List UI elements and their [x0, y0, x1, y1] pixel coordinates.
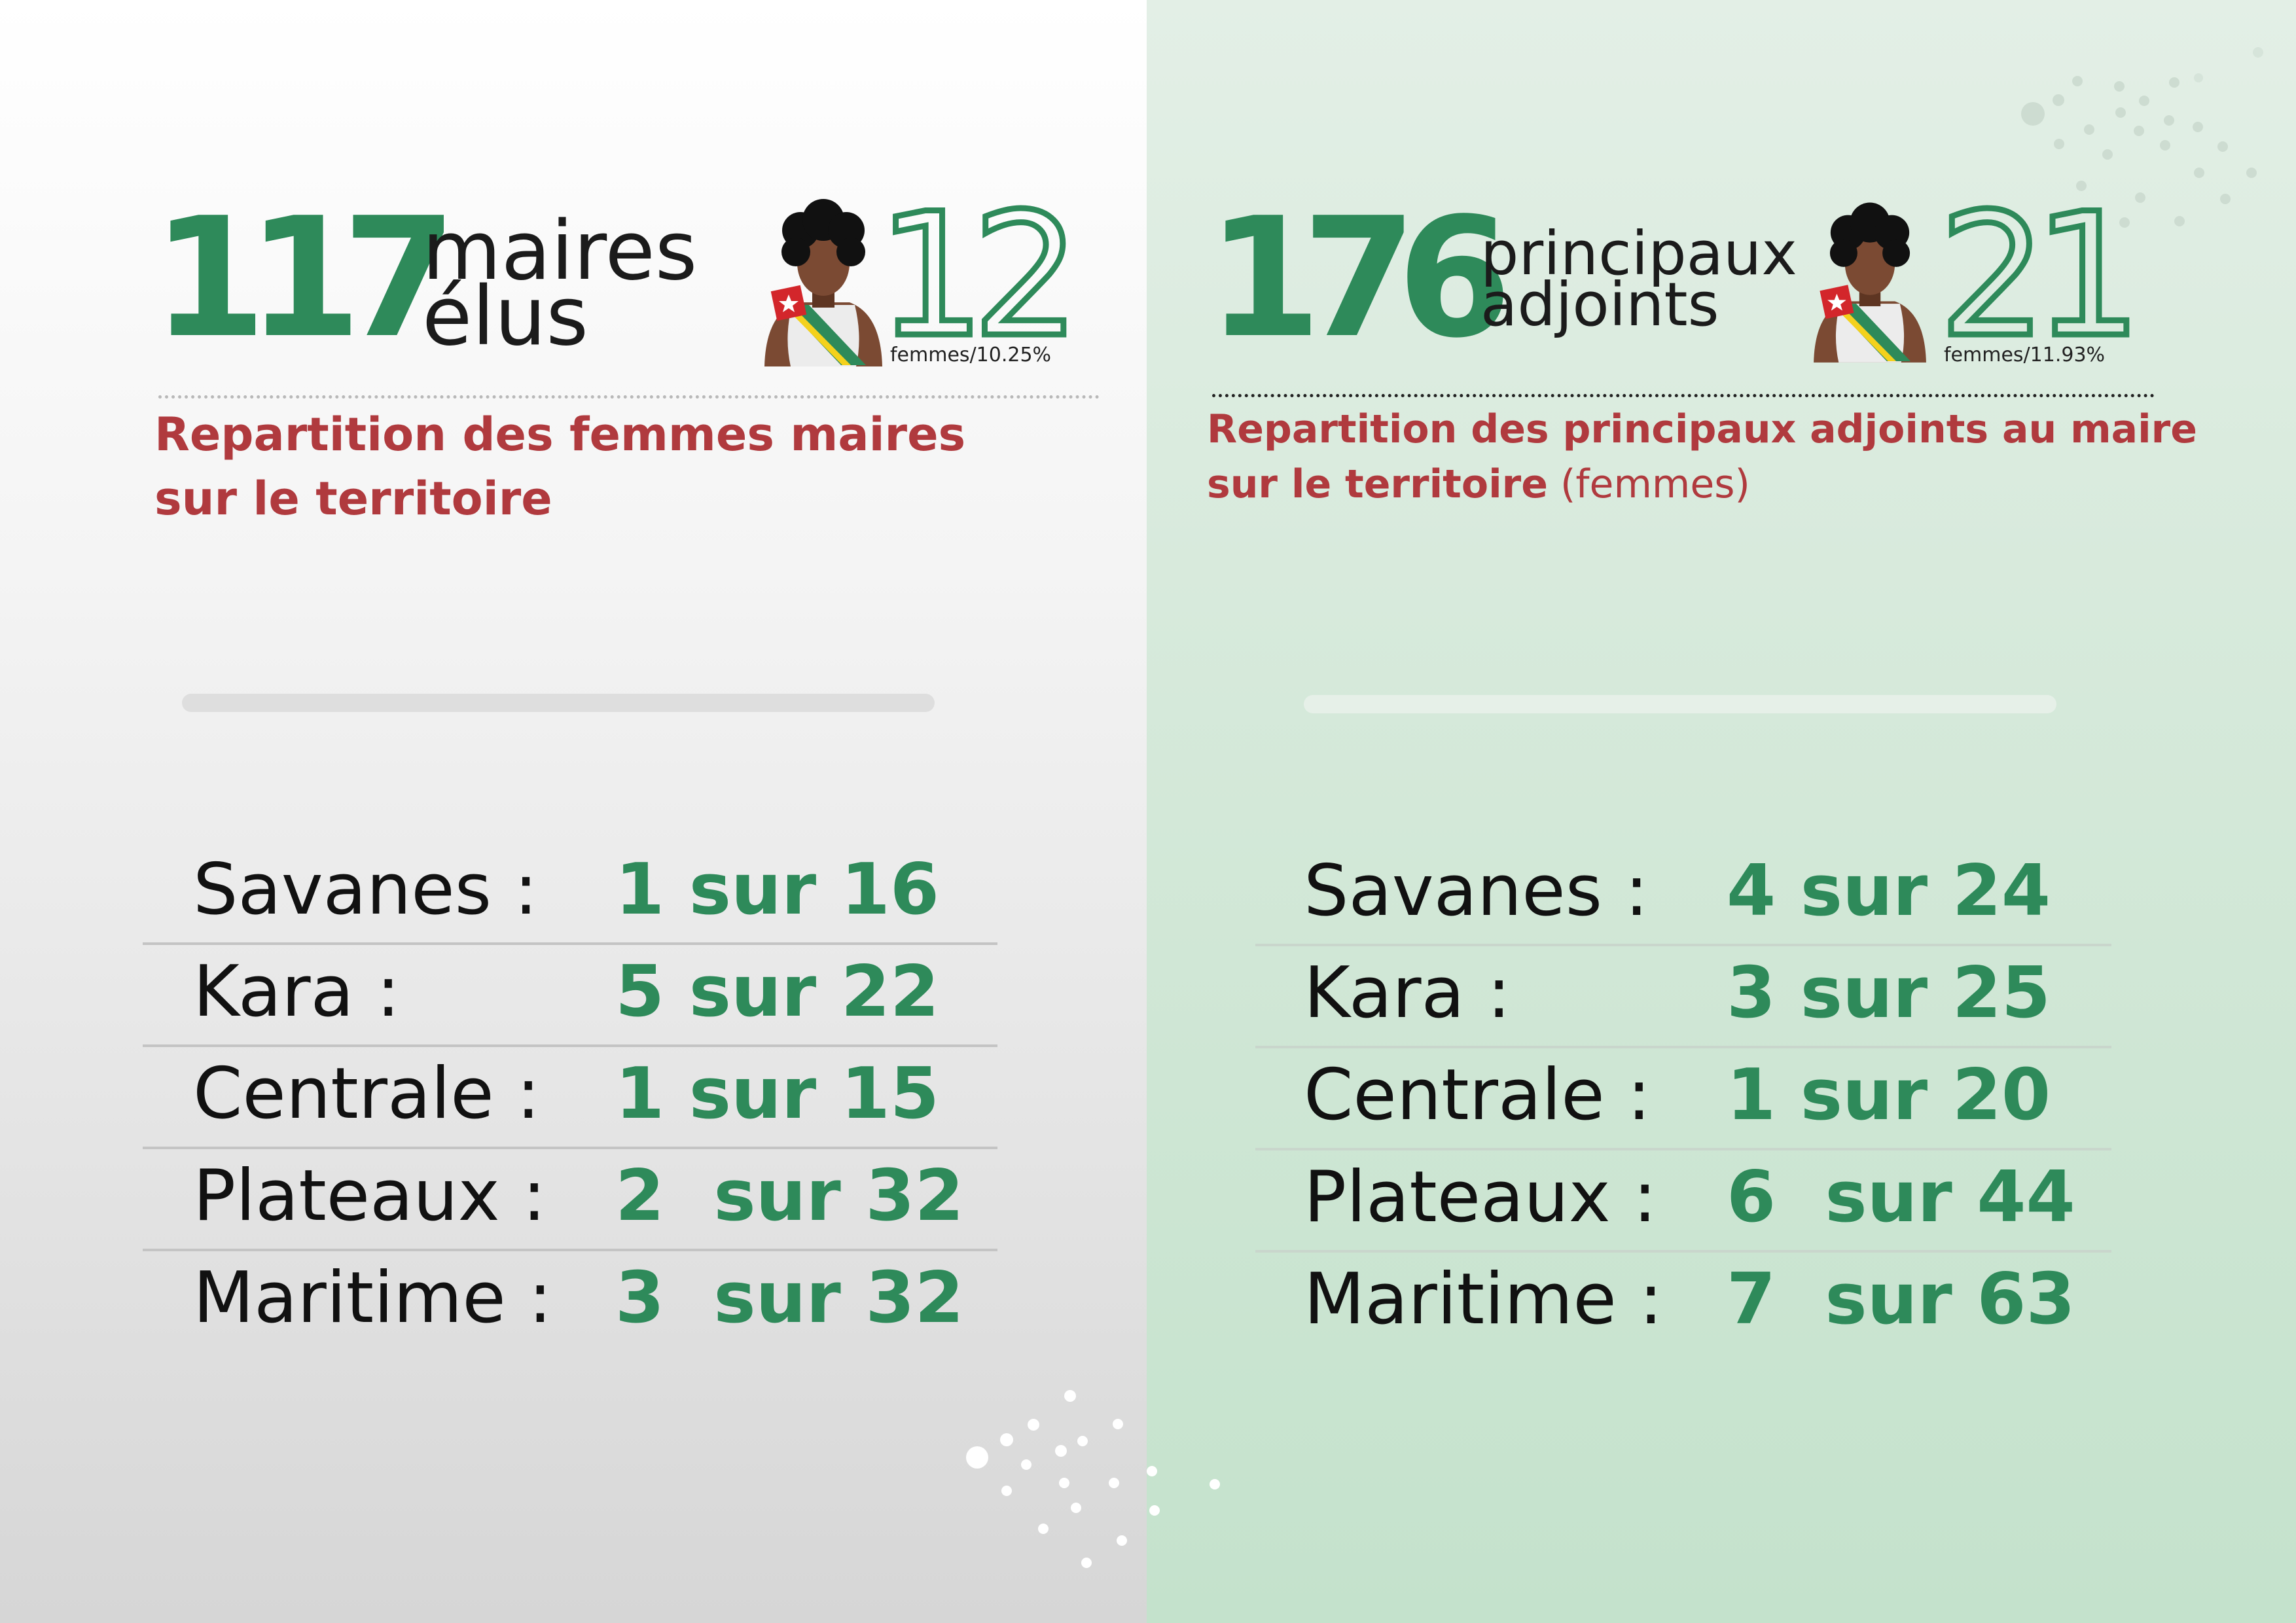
left-panel: 117 maires élus 12 femmes/10.25% Reparti… — [0, 0, 1147, 1623]
woman-with-sash-icon — [764, 199, 882, 366]
region-count: 1 sur 16 — [615, 849, 940, 931]
region-name: Kara : — [193, 951, 401, 1033]
decorative-dot — [1109, 1478, 1119, 1488]
region-name: Maritime : — [1304, 1258, 1663, 1340]
decorative-dot — [1000, 1433, 1013, 1446]
decorative-dot — [1077, 1436, 1088, 1446]
decorative-dot — [2135, 192, 2145, 203]
region-count: 1 sur 20 — [1727, 1054, 2051, 1136]
region-name: Plateaux : — [193, 1155, 547, 1237]
mayors-total: 117 — [152, 183, 457, 374]
decorative-dot — [2160, 140, 2170, 151]
decorative-dot — [2174, 216, 2185, 226]
decorative-dot — [2217, 141, 2228, 152]
separator — [1212, 394, 2155, 397]
decorative-dot — [2253, 47, 2263, 58]
decorative-dot — [1117, 1535, 1127, 1546]
decorative-dot — [966, 1446, 988, 1469]
row-divider — [1255, 1148, 2111, 1150]
decorative-dot — [2169, 77, 2179, 88]
decorative-dot — [2053, 94, 2064, 106]
decorative-dot — [1210, 1479, 1220, 1489]
region-name: Savanes : — [193, 849, 538, 931]
women-deputies-percentage: femmes/11.93% — [1944, 344, 2106, 366]
region-count: 1 sur 15 — [615, 1053, 940, 1135]
region-count: 4 sur 24 — [1727, 850, 2051, 932]
decorative-dot — [2114, 81, 2125, 92]
women-deputies-count: 21 — [1936, 177, 2145, 375]
decorative-dot — [2084, 124, 2094, 135]
region-count: 5 sur 22 — [615, 951, 940, 1033]
decorative-dot — [2021, 102, 2045, 126]
row-divider — [143, 1044, 997, 1047]
decorative-dot — [2076, 181, 2087, 191]
region-count: 3 sur 32 — [615, 1257, 964, 1339]
subtitle-line1: Repartition des principaux adjoints au m… — [1207, 406, 2197, 452]
decorative-dot — [1149, 1505, 1160, 1516]
decorative-dot — [1028, 1419, 1039, 1431]
subtitle-line2: sur le territoire — [154, 472, 552, 526]
decorative-dot — [2139, 96, 2149, 106]
decorative-dot — [1081, 1558, 1092, 1568]
row-divider — [1255, 1046, 2111, 1048]
woman-with-sash-icon — [1814, 202, 1926, 363]
decorative-dot — [1064, 1390, 1076, 1402]
decorative-dot — [1038, 1524, 1049, 1534]
separator — [158, 395, 1100, 399]
region-name: Centrale : — [193, 1053, 541, 1135]
subtitle-line1: Repartition des femmes maires — [154, 408, 966, 461]
women-mayors-count: 12 — [874, 177, 1084, 375]
decorative-dot — [1021, 1459, 1031, 1470]
row-divider — [1255, 1250, 2111, 1253]
decorative-dot — [1059, 1478, 1069, 1488]
mayors-label-line2: élus — [422, 270, 588, 364]
decorative-dot — [2194, 73, 2203, 82]
region-count: 7 sur 63 — [1727, 1258, 2075, 1340]
decorative-dot — [2102, 149, 2113, 160]
decorative-dot — [2119, 217, 2130, 228]
decorative-dot — [2164, 115, 2174, 126]
decorative-dot — [2054, 139, 2064, 149]
region-name: Maritime : — [193, 1257, 552, 1339]
decorative-dot — [1113, 1419, 1123, 1429]
subtitle-line2: sur le territoire — [1207, 461, 1548, 507]
right-panel: 176 principaux adjoints 21 femmes/11.93%… — [1147, 0, 2296, 1623]
decorative-dot — [2193, 122, 2203, 132]
women-mayors-percentage: femmes/10.25% — [890, 344, 1052, 366]
subtitle: Repartition des femmes maires sur le ter… — [154, 402, 965, 531]
scroll-bar — [1304, 695, 2056, 713]
region-name: Plateaux : — [1304, 1156, 1657, 1238]
decorative-dot — [1147, 1466, 1157, 1476]
decorative-dot — [1071, 1503, 1081, 1513]
decorative-dot — [1055, 1445, 1067, 1457]
decorative-dot — [2194, 168, 2204, 178]
deputies-total: 176 — [1207, 183, 1512, 374]
region-name: Centrale : — [1304, 1054, 1651, 1136]
decorative-dot — [2246, 168, 2257, 178]
decorative-dot — [2220, 194, 2231, 204]
subtitle-note: (femmes) — [1547, 461, 1750, 507]
region-count: 6 sur 44 — [1727, 1156, 2075, 1238]
region-name: Savanes : — [1304, 850, 1649, 932]
scroll-bar — [182, 694, 935, 712]
region-count: 2 sur 32 — [615, 1155, 964, 1237]
deputies-label-line2: adjoints — [1480, 270, 1719, 340]
decorative-dot — [2115, 107, 2126, 118]
decorative-dot — [2072, 76, 2083, 86]
decorative-dot — [2134, 126, 2144, 136]
region-name: Kara : — [1304, 952, 1511, 1034]
row-divider — [1255, 944, 2111, 946]
decorative-dot — [1001, 1486, 1012, 1496]
row-divider — [143, 942, 997, 945]
subtitle: Repartition des principaux adjoints au m… — [1207, 402, 2197, 512]
region-count: 3 sur 25 — [1727, 952, 2051, 1034]
row-divider — [143, 1249, 997, 1251]
row-divider — [143, 1147, 997, 1149]
